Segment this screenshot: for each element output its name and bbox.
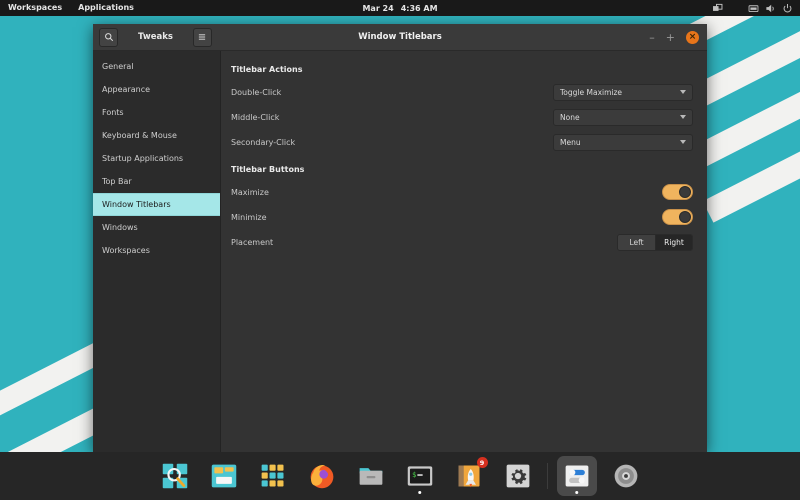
dock-item-settings[interactable] bbox=[498, 456, 538, 496]
dock-item-files[interactable] bbox=[351, 456, 391, 496]
files-icon bbox=[359, 468, 382, 485]
chevron-down-icon bbox=[680, 140, 686, 144]
window-overview-icon bbox=[211, 464, 236, 488]
sidebar-item-general[interactable]: General bbox=[93, 55, 220, 78]
row-double-click: Double-Click Toggle Maximize bbox=[227, 80, 693, 104]
sidebar-item-label: General bbox=[102, 62, 134, 71]
sidebar-item-label: Top Bar bbox=[102, 177, 132, 186]
close-button[interactable]: × bbox=[686, 30, 699, 44]
settings-content: Titlebar Actions Double-Click Toggle Max… bbox=[221, 51, 707, 452]
section-title: Titlebar Buttons bbox=[231, 165, 305, 174]
secondary-click-action-dropdown[interactable]: Menu bbox=[553, 133, 693, 151]
sidebar-item-label: Windows bbox=[102, 223, 138, 232]
firefox-icon bbox=[310, 464, 333, 489]
sidebar-item-label: Window Titlebars bbox=[102, 200, 171, 209]
running-indicator-dot bbox=[417, 490, 422, 494]
sidebar-item-window-titlebars[interactable]: Window Titlebars bbox=[93, 193, 220, 216]
row-middle-click: Middle-Click None bbox=[227, 105, 693, 129]
display-icon[interactable] bbox=[748, 3, 759, 14]
sidebar-item-label: Keyboard & Mouse bbox=[102, 131, 177, 140]
sidebar-item-label: Workspaces bbox=[102, 246, 150, 255]
double-click-action-dropdown[interactable]: Toggle Maximize bbox=[553, 83, 693, 101]
chevron-down-icon bbox=[680, 90, 686, 94]
settings-sidebar: General Appearance Fonts Keyboard & Mous… bbox=[93, 51, 221, 452]
dock-item-software-updates[interactable]: 9 bbox=[449, 456, 489, 496]
sidebar-item-windows[interactable]: Windows bbox=[93, 216, 220, 239]
sidebar-item-label: Appearance bbox=[102, 85, 151, 94]
sidebar-item-startup-applications[interactable]: Startup Applications bbox=[93, 147, 220, 170]
app-name-label: Tweaks bbox=[138, 32, 173, 42]
topbar-time: 4:36 AM bbox=[400, 3, 438, 13]
row-secondary-click: Secondary-Click Menu bbox=[227, 130, 693, 154]
settings-gear-icon bbox=[506, 464, 529, 488]
dock-item-terminal[interactable]: $ bbox=[400, 456, 440, 496]
sidebar-item-label: Startup Applications bbox=[102, 154, 184, 163]
disc-icon bbox=[614, 464, 637, 488]
update-count-badge: 9 bbox=[476, 457, 488, 468]
sidebar-item-label: Fonts bbox=[102, 108, 124, 117]
topbar-date: Mar 24 bbox=[362, 3, 394, 13]
dock-item-firefox[interactable] bbox=[302, 456, 342, 496]
dock-item-activities-search[interactable] bbox=[155, 456, 195, 496]
row-label: Maximize bbox=[231, 187, 269, 197]
svg-text:$: $ bbox=[412, 471, 416, 479]
dropdown-value: None bbox=[560, 112, 580, 122]
section-titlebar-actions: Titlebar Actions Double-Click Toggle Max… bbox=[227, 65, 693, 154]
power-icon[interactable] bbox=[782, 3, 793, 14]
section-title: Titlebar Actions bbox=[231, 65, 303, 74]
placement-option-left[interactable]: Left bbox=[618, 234, 655, 250]
topbar-applications-button[interactable]: Applications bbox=[70, 0, 142, 16]
search-icon[interactable] bbox=[99, 27, 118, 47]
middle-click-action-dropdown[interactable]: None bbox=[553, 108, 693, 126]
placement-option-right[interactable]: Right bbox=[655, 234, 692, 250]
sidebar-item-appearance[interactable]: Appearance bbox=[93, 78, 220, 101]
minimize-toggle[interactable] bbox=[662, 209, 693, 225]
dock-item-app-grid[interactable] bbox=[253, 456, 293, 496]
hamburger-menu-icon[interactable] bbox=[192, 27, 212, 47]
dock-item-tweaks[interactable] bbox=[556, 456, 597, 496]
topbar-workspaces-button[interactable]: Workspaces bbox=[0, 0, 70, 16]
dock-item-window-overview[interactable] bbox=[204, 456, 244, 496]
topbar-tray bbox=[712, 3, 800, 14]
row-label: Double-Click bbox=[231, 87, 282, 97]
sidebar-item-fonts[interactable]: Fonts bbox=[93, 101, 220, 124]
row-minimize: Minimize bbox=[227, 205, 693, 229]
row-label: Secondary-Click bbox=[231, 137, 296, 147]
toggle-knob bbox=[679, 211, 691, 223]
row-label: Middle-Click bbox=[231, 112, 280, 122]
window-title: Window Titlebars bbox=[358, 32, 442, 42]
row-placement: Placement Left Right bbox=[227, 230, 693, 254]
row-label: Minimize bbox=[231, 212, 267, 222]
dropdown-value: Menu bbox=[560, 137, 581, 147]
section-titlebar-buttons: Titlebar Buttons Maximize Minimize Place… bbox=[227, 165, 693, 254]
dock-item-disc[interactable] bbox=[606, 456, 646, 496]
dock: $ 9 bbox=[0, 452, 800, 500]
placement-segmented-control: Left Right bbox=[617, 233, 693, 251]
dropdown-value: Toggle Maximize bbox=[560, 87, 623, 97]
toggle-knob bbox=[679, 186, 691, 198]
chevron-down-icon bbox=[680, 115, 686, 119]
window-titlebar[interactable]: Tweaks Window Titlebars – + × bbox=[93, 24, 707, 51]
volume-icon[interactable] bbox=[765, 3, 776, 14]
sidebar-item-keyboard-mouse[interactable]: Keyboard & Mouse bbox=[93, 124, 220, 147]
terminal-icon: $ bbox=[407, 466, 432, 486]
sidebar-item-workspaces[interactable]: Workspaces bbox=[93, 239, 220, 262]
screencast-icon[interactable] bbox=[712, 3, 723, 14]
minimize-button[interactable]: – bbox=[649, 32, 655, 43]
maximize-toggle[interactable] bbox=[662, 184, 693, 200]
app-grid-icon bbox=[261, 464, 283, 487]
tweaks-icon bbox=[565, 465, 588, 487]
activities-search-icon bbox=[162, 463, 187, 489]
running-indicator-dot bbox=[574, 490, 579, 494]
maximize-button[interactable]: + bbox=[666, 32, 675, 43]
row-maximize: Maximize bbox=[227, 180, 693, 204]
tweaks-window: Tweaks Window Titlebars – + × General Ap… bbox=[93, 24, 707, 452]
top-bar: Workspaces Applications Mar 24 4:36 AM bbox=[0, 0, 800, 16]
row-label: Placement bbox=[231, 237, 274, 247]
sidebar-item-top-bar[interactable]: Top Bar bbox=[93, 170, 220, 193]
dock-separator bbox=[546, 463, 548, 489]
window-controls: – + × bbox=[649, 30, 707, 44]
